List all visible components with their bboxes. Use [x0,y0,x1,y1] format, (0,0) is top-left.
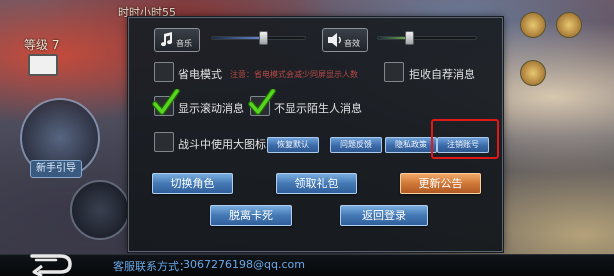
power-save-label: 省电模式 [178,68,222,81]
bottom-bar [0,254,614,276]
music-note-icon [161,32,173,47]
scroll-messages-label: 显示滚动消息 [178,102,244,115]
contact-email[interactable]: 3067276198@qq.com [183,258,305,271]
restore-default-button[interactable]: 恢复默认 [267,137,319,153]
hide-strangers-label: 不显示陌生人消息 [274,102,362,115]
checkmark-icon [248,89,276,115]
music-slider-fill [212,37,264,39]
activity-icon[interactable] [520,60,546,86]
sfx-slider-knob[interactable] [405,31,415,45]
sfx-icon-box: 音效 [322,28,368,52]
refuse-recommend-checkbox[interactable] [384,62,404,82]
update-notice-button[interactable]: 更新公告 [400,173,481,194]
music-icon-box: 音乐 [154,28,200,52]
music-slider[interactable] [211,31,306,45]
sfx-label: 音效 [344,39,360,48]
hide-strangers-checkbox[interactable] [248,89,276,116]
scroll-messages-checkbox[interactable] [152,89,180,116]
privacy-policy-button[interactable]: 隐私政策 [385,137,437,153]
shop-icon[interactable] [556,12,582,38]
switch-role-button[interactable]: 切换角色 [152,173,233,194]
unstuck-button[interactable]: 脱离卡死 [210,205,292,226]
contact-label: 客服联系方式： [113,260,190,273]
newbie-guide-button[interactable]: 新手引导 [30,160,82,178]
return-login-button[interactable]: 返回登录 [340,205,428,226]
highlight-box [431,119,499,159]
checkmark-icon [152,89,180,115]
big-battle-icons-label: 战斗中使用大图标 [178,138,266,151]
virtual-joystick[interactable] [70,180,130,240]
event-icon[interactable] [520,12,546,38]
refuse-recommend-label: 拒收自荐消息 [409,68,475,81]
claim-gift-button[interactable]: 领取礼包 [276,173,357,194]
music-label: 音乐 [176,39,192,48]
speaker-icon [328,33,341,47]
mail-icon[interactable] [28,54,58,76]
power-save-hint: 注意：省电模式会减少同屏显示人数 [230,70,358,79]
power-save-checkbox[interactable] [154,62,174,82]
background-level-text: 等级 7 [24,38,60,52]
back-arrow-icon [30,254,72,276]
sfx-slider[interactable] [377,31,477,45]
feedback-button[interactable]: 问题反馈 [330,137,382,153]
big-battle-icons-checkbox[interactable] [154,132,174,152]
music-slider-knob[interactable] [259,31,269,45]
back-button[interactable] [26,252,76,276]
